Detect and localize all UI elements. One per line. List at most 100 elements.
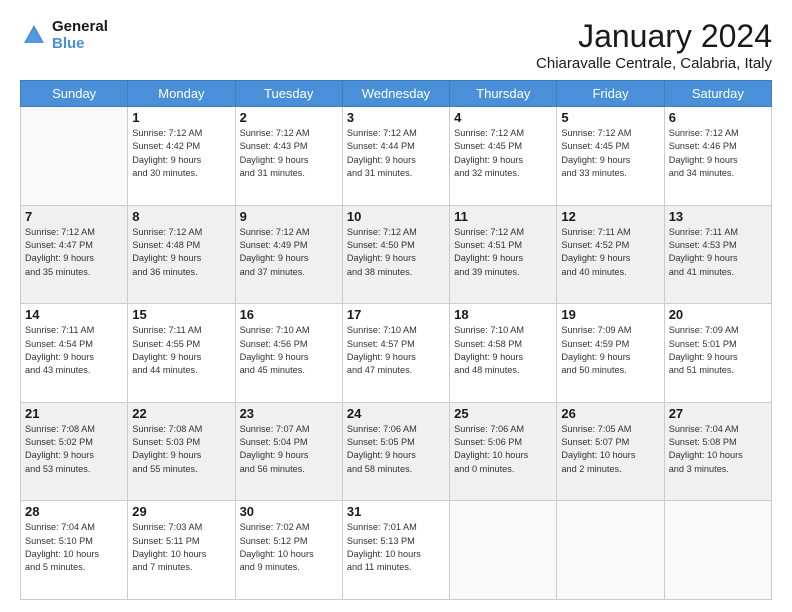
day-info: Sunrise: 7:12 AM Sunset: 4:46 PM Dayligh… [669, 127, 767, 180]
day-info: Sunrise: 7:12 AM Sunset: 4:43 PM Dayligh… [240, 127, 338, 180]
calendar-page: General Blue January 2024 Chiaravalle Ce… [0, 0, 792, 612]
day-info: Sunrise: 7:09 AM Sunset: 4:59 PM Dayligh… [561, 324, 659, 377]
day-info: Sunrise: 7:11 AM Sunset: 4:55 PM Dayligh… [132, 324, 230, 377]
day-number: 5 [561, 110, 659, 125]
calendar-header-row: Sunday Monday Tuesday Wednesday Thursday… [21, 81, 772, 107]
day-number: 15 [132, 307, 230, 322]
calendar-subtitle: Chiaravalle Centrale, Calabria, Italy [536, 55, 772, 72]
day-info: Sunrise: 7:10 AM Sunset: 4:56 PM Dayligh… [240, 324, 338, 377]
day-info: Sunrise: 7:12 AM Sunset: 4:45 PM Dayligh… [561, 127, 659, 180]
day-number: 9 [240, 209, 338, 224]
day-info: Sunrise: 7:12 AM Sunset: 4:42 PM Dayligh… [132, 127, 230, 180]
table-row: 22Sunrise: 7:08 AM Sunset: 5:03 PM Dayli… [128, 402, 235, 501]
table-row: 20 Sunrise: 7:09 AM Sunset: 5:01 PM Dayli… [664, 304, 771, 403]
day-info: Sunrise: 7:11 AM Sunset: 4:53 PM Dayligh… [669, 226, 767, 279]
col-monday: Monday [128, 81, 235, 107]
day-number: 12 [561, 209, 659, 224]
day-info: Sunrise: 7:11 AM Sunset: 4:52 PM Dayligh… [561, 226, 659, 279]
table-row: 27Sunrise: 7:04 AM Sunset: 5:08 PM Dayli… [664, 402, 771, 501]
logo-text: General Blue [52, 18, 108, 53]
calendar-week-row: 21 Sunrise: 7:08 AM Sunset: 5:02 PM Dayli… [21, 402, 772, 501]
day-info: Sunrise: 7:12 AM Sunset: 4:47 PM Dayligh… [25, 226, 123, 279]
header: General Blue January 2024 Chiaravalle Ce… [20, 18, 772, 72]
day-number: 3 [347, 110, 445, 125]
calendar-week-row: 7 Sunrise: 7:12 AM Sunset: 4:47 PM Daylig… [21, 205, 772, 304]
table-row: 17 Sunrise: 7:10 AM Sunset: 4:57 PM Dayli… [342, 304, 449, 403]
day-number: 10 [347, 209, 445, 224]
day-info: Sunrise: 7:06 AM Sunset: 5:06 PM Dayligh… [454, 423, 552, 476]
table-row: 5 Sunrise: 7:12 AM Sunset: 4:45 PM Daylig… [557, 107, 664, 206]
day-number: 16 [240, 307, 338, 322]
day-number: 17 [347, 307, 445, 322]
table-row: 31Sunrise: 7:01 AM Sunset: 5:13 PM Dayli… [342, 501, 449, 600]
table-row: 10 Sunrise: 7:12 AM Sunset: 4:50 PM Dayli… [342, 205, 449, 304]
day-number: 21 [25, 406, 123, 421]
day-info: Sunrise: 7:12 AM Sunset: 4:44 PM Dayligh… [347, 127, 445, 180]
day-number: 14 [25, 307, 123, 322]
table-row [450, 501, 557, 600]
table-row: 2 Sunrise: 7:12 AM Sunset: 4:43 PM Daylig… [235, 107, 342, 206]
table-row: 7 Sunrise: 7:12 AM Sunset: 4:47 PM Daylig… [21, 205, 128, 304]
day-number: 8 [132, 209, 230, 224]
table-row: 24Sunrise: 7:06 AM Sunset: 5:05 PM Dayli… [342, 402, 449, 501]
table-row: 6 Sunrise: 7:12 AM Sunset: 4:46 PM Daylig… [664, 107, 771, 206]
table-row: 29Sunrise: 7:03 AM Sunset: 5:11 PM Dayli… [128, 501, 235, 600]
day-info: Sunrise: 7:08 AM Sunset: 5:02 PM Dayligh… [25, 423, 123, 476]
day-info: Sunrise: 7:08 AM Sunset: 5:03 PM Dayligh… [132, 423, 230, 476]
calendar-table: Sunday Monday Tuesday Wednesday Thursday… [20, 80, 772, 600]
table-row: 13 Sunrise: 7:11 AM Sunset: 4:53 PM Dayli… [664, 205, 771, 304]
day-info: Sunrise: 7:12 AM Sunset: 4:50 PM Dayligh… [347, 226, 445, 279]
day-info: Sunrise: 7:12 AM Sunset: 4:45 PM Dayligh… [454, 127, 552, 180]
col-wednesday: Wednesday [342, 81, 449, 107]
table-row: 3 Sunrise: 7:12 AM Sunset: 4:44 PM Daylig… [342, 107, 449, 206]
day-number: 26 [561, 406, 659, 421]
table-row [664, 501, 771, 600]
day-number: 6 [669, 110, 767, 125]
table-row: 26 Sunrise: 7:05 AM Sunset: 5:07 PM Dayli… [557, 402, 664, 501]
day-number: 29 [132, 504, 230, 519]
table-row [21, 107, 128, 206]
table-row: 9Sunrise: 7:12 AM Sunset: 4:49 PM Daylig… [235, 205, 342, 304]
day-number: 20 [669, 307, 767, 322]
day-number: 19 [561, 307, 659, 322]
day-number: 30 [240, 504, 338, 519]
table-row: 21 Sunrise: 7:08 AM Sunset: 5:02 PM Dayli… [21, 402, 128, 501]
table-row: 1Sunrise: 7:12 AM Sunset: 4:42 PM Daylig… [128, 107, 235, 206]
col-thursday: Thursday [450, 81, 557, 107]
day-info: Sunrise: 7:02 AM Sunset: 5:12 PM Dayligh… [240, 521, 338, 574]
day-info: Sunrise: 7:04 AM Sunset: 5:08 PM Dayligh… [669, 423, 767, 476]
table-row: 12 Sunrise: 7:11 AM Sunset: 4:52 PM Dayli… [557, 205, 664, 304]
calendar-week-row: 28 Sunrise: 7:04 AM Sunset: 5:10 PM Dayli… [21, 501, 772, 600]
day-number: 25 [454, 406, 552, 421]
day-number: 13 [669, 209, 767, 224]
day-number: 11 [454, 209, 552, 224]
calendar-week-row: 14 Sunrise: 7:11 AM Sunset: 4:54 PM Dayli… [21, 304, 772, 403]
table-row: 18Sunrise: 7:10 AM Sunset: 4:58 PM Dayli… [450, 304, 557, 403]
col-friday: Friday [557, 81, 664, 107]
col-tuesday: Tuesday [235, 81, 342, 107]
day-info: Sunrise: 7:09 AM Sunset: 5:01 PM Dayligh… [669, 324, 767, 377]
day-info: Sunrise: 7:07 AM Sunset: 5:04 PM Dayligh… [240, 423, 338, 476]
table-row: 4Sunrise: 7:12 AM Sunset: 4:45 PM Daylig… [450, 107, 557, 206]
day-info: Sunrise: 7:12 AM Sunset: 4:51 PM Dayligh… [454, 226, 552, 279]
day-info: Sunrise: 7:05 AM Sunset: 5:07 PM Dayligh… [561, 423, 659, 476]
logo-icon [20, 21, 48, 49]
day-info: Sunrise: 7:12 AM Sunset: 4:48 PM Dayligh… [132, 226, 230, 279]
day-number: 7 [25, 209, 123, 224]
day-number: 2 [240, 110, 338, 125]
day-number: 18 [454, 307, 552, 322]
day-number: 31 [347, 504, 445, 519]
day-info: Sunrise: 7:10 AM Sunset: 4:57 PM Dayligh… [347, 324, 445, 377]
table-row: 23Sunrise: 7:07 AM Sunset: 5:04 PM Dayli… [235, 402, 342, 501]
calendar-week-row: 1Sunrise: 7:12 AM Sunset: 4:42 PM Daylig… [21, 107, 772, 206]
day-info: Sunrise: 7:11 AM Sunset: 4:54 PM Dayligh… [25, 324, 123, 377]
col-sunday: Sunday [21, 81, 128, 107]
title-block: January 2024 Chiaravalle Centrale, Calab… [536, 18, 772, 72]
logo: General Blue [20, 18, 108, 53]
table-row [557, 501, 664, 600]
day-number: 28 [25, 504, 123, 519]
day-number: 24 [347, 406, 445, 421]
day-info: Sunrise: 7:04 AM Sunset: 5:10 PM Dayligh… [25, 521, 123, 574]
col-saturday: Saturday [664, 81, 771, 107]
calendar-title: January 2024 [536, 18, 772, 55]
